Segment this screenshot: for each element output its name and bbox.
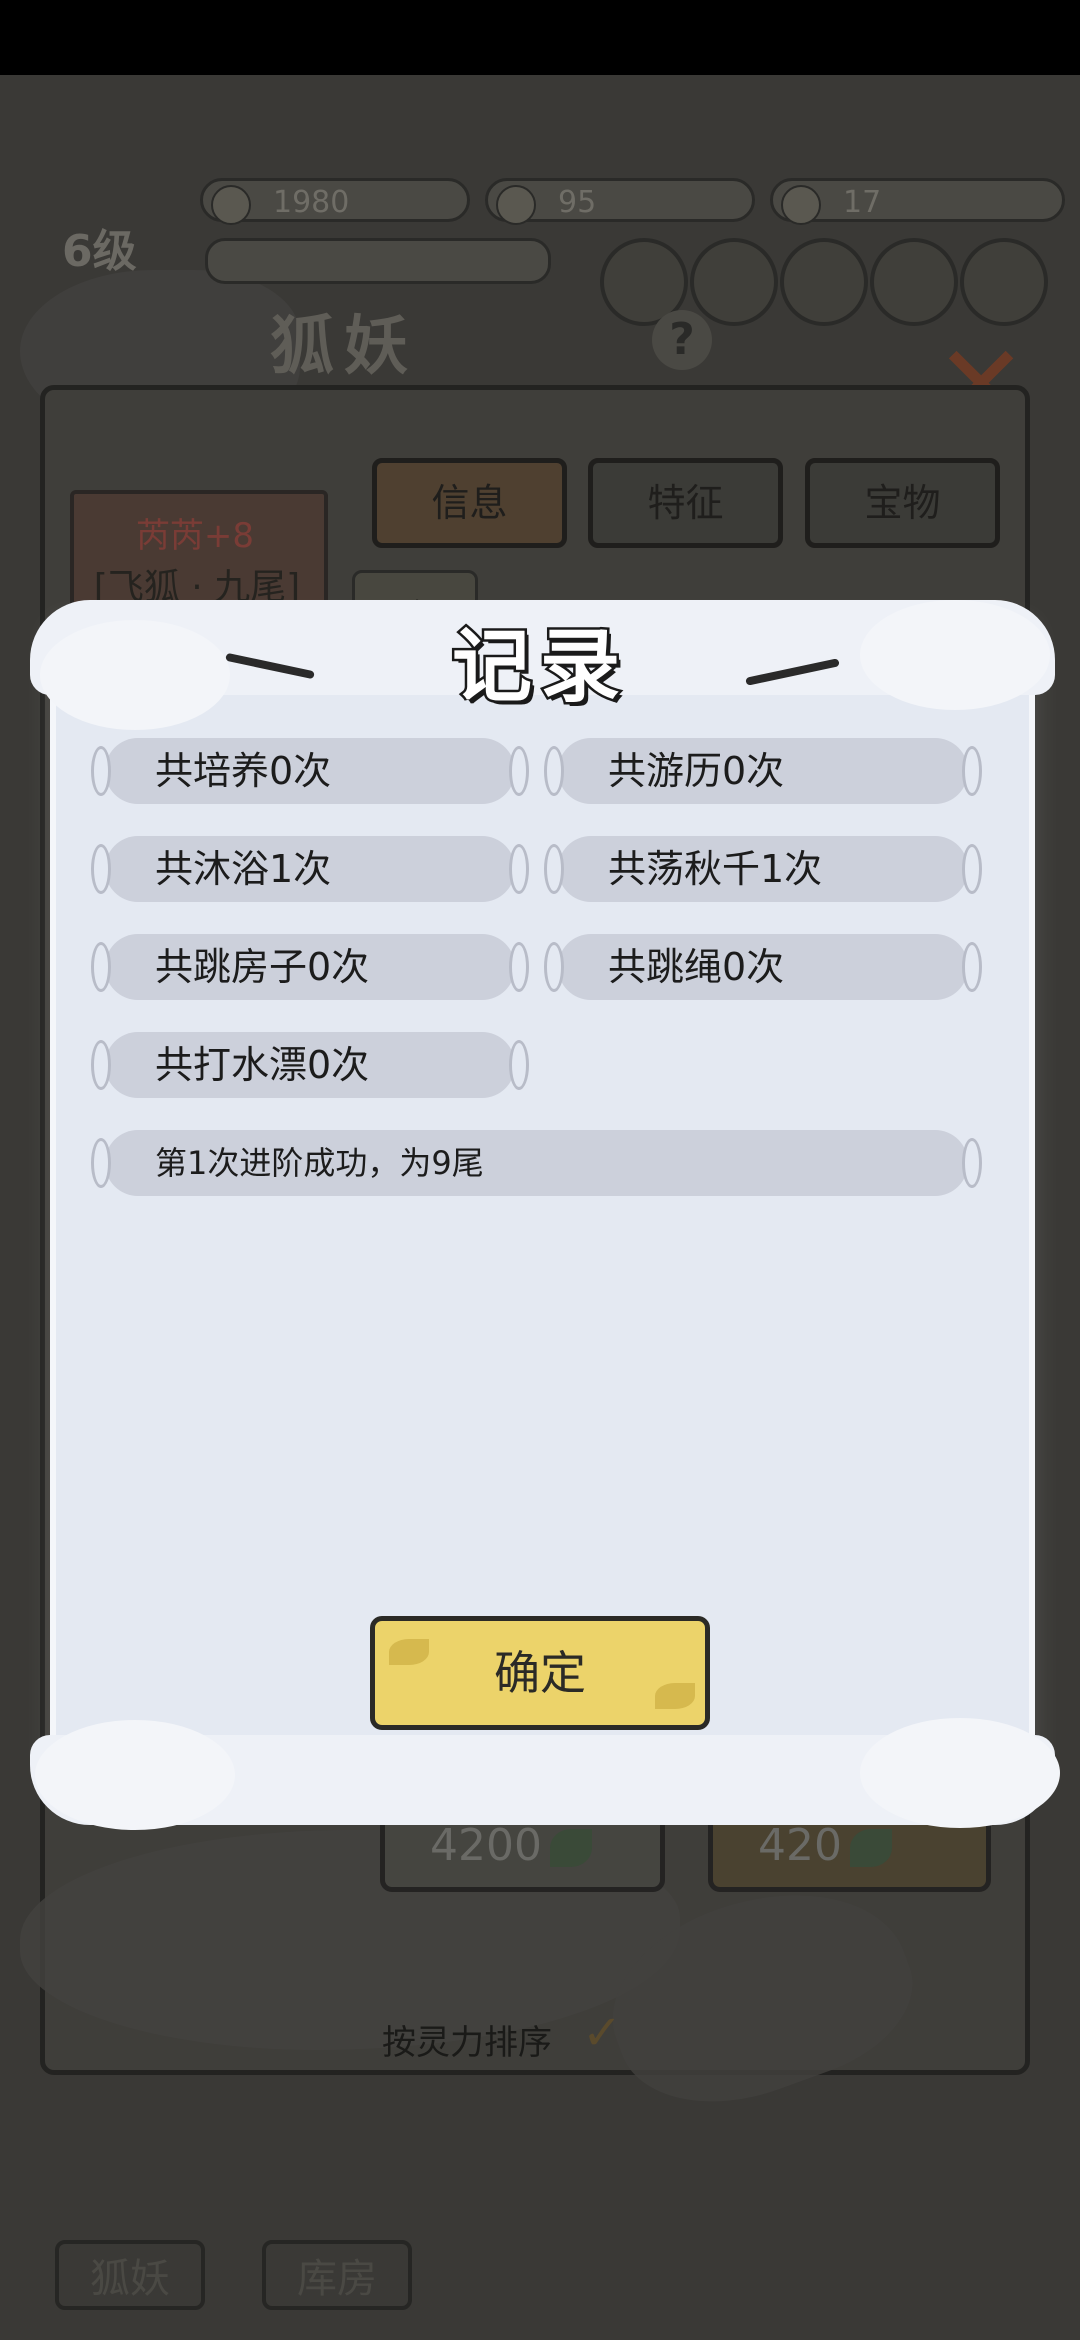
fur-tuft: [35, 1720, 235, 1830]
fur-tuft: [860, 1718, 1060, 1828]
record-item: 共游历0次: [544, 738, 982, 804]
gem-icon: [781, 185, 821, 225]
spirit-leaf-icon: [549, 1829, 592, 1867]
status-bar: [0, 0, 1080, 75]
cost-left-value: 4200: [430, 1820, 542, 1871]
record-item: 共跳绳0次: [544, 934, 982, 1000]
record-item: 共沐浴1次: [91, 836, 529, 902]
silver-value: 1980: [273, 185, 350, 220]
shop-icon[interactable]: [780, 238, 868, 326]
flower-icon[interactable]: [690, 238, 778, 326]
silver-coin-icon: [211, 185, 251, 225]
dialog-title: 记录: [450, 618, 628, 716]
gem-value: 17: [843, 185, 882, 220]
tab-treasure[interactable]: 宝物: [805, 458, 1000, 548]
help-icon[interactable]: ?: [652, 310, 712, 370]
leaf-decoration-icon: [389, 1639, 429, 1665]
gold-coin-icon: [496, 185, 536, 225]
tab-info[interactable]: 信息: [372, 458, 567, 548]
gold-value: 95: [558, 185, 597, 220]
leaf-decoration-icon: [655, 1683, 695, 1709]
history-item: 第1次进阶成功，为9尾: [91, 1130, 982, 1196]
confirm-button[interactable]: 确定: [370, 1616, 710, 1730]
exp-bar: [205, 238, 551, 284]
spirit-leaf-icon: [849, 1829, 892, 1867]
record-item: 共打水漂0次: [91, 1032, 529, 1098]
gold-counter: 95: [485, 178, 755, 225]
screen-title: 狐妖: [270, 310, 418, 384]
fox-name: 芮芮+8: [135, 516, 255, 556]
sort-label[interactable]: 按灵力排序: [382, 2015, 552, 2064]
tab-traits[interactable]: 特征: [588, 458, 783, 548]
player-level: 6级: [62, 226, 137, 277]
cost-right-value: 420: [758, 1820, 842, 1871]
record-item: 共跳房子0次: [91, 934, 529, 1000]
bottom-tab-fox[interactable]: 狐妖: [55, 2240, 205, 2310]
check-icon[interactable]: ✓: [582, 2005, 622, 2061]
silver-counter: 1980: [200, 178, 470, 225]
settings-icon[interactable]: [960, 238, 1048, 326]
badge-icon[interactable]: [870, 238, 958, 326]
bottom-tab-storage[interactable]: 库房: [262, 2240, 412, 2310]
record-item: 共培养0次: [91, 738, 529, 804]
record-item: 共荡秋千1次: [544, 836, 982, 902]
confirm-label: 确定: [494, 1646, 586, 1700]
gem-counter: 17: [770, 178, 1065, 225]
